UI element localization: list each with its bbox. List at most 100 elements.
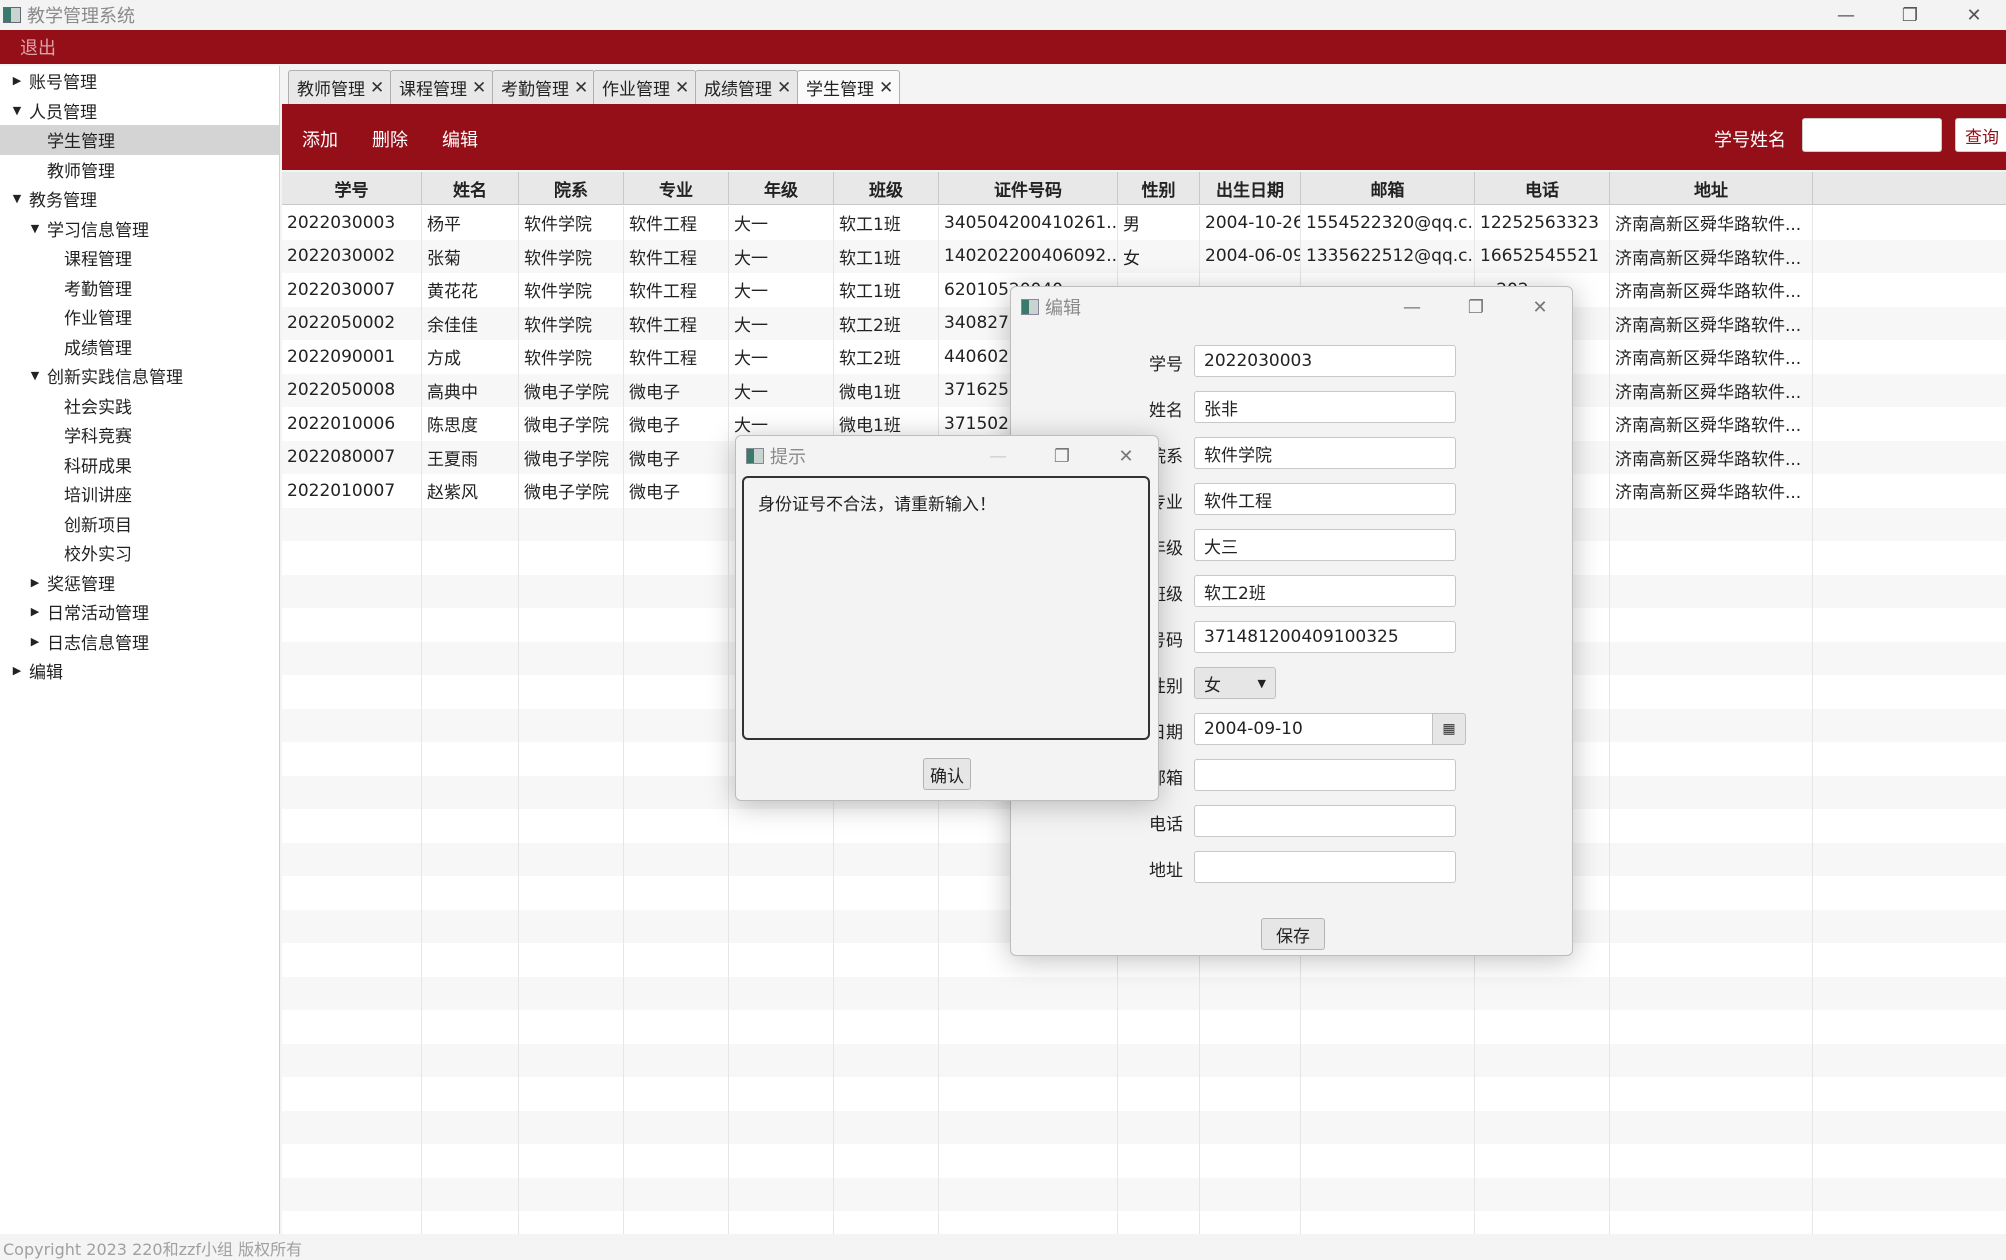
sidebar-item[interactable]: 科研成果 [0, 450, 279, 480]
sidebar-item[interactable]: ▶ 编辑 [0, 656, 279, 686]
tab[interactable]: 课程管理 ✕ [390, 70, 494, 104]
empty-row[interactable] [282, 1144, 2006, 1178]
column-header[interactable]: 出生日期 [1200, 172, 1301, 205]
tab[interactable]: 作业管理 ✕ [593, 70, 697, 104]
tab[interactable]: 学生管理 ✕ [797, 70, 901, 104]
field-input[interactable]: 软件工程 [1194, 483, 1456, 515]
column-header[interactable]: 院系 [519, 172, 624, 205]
empty-row[interactable] [282, 1077, 2006, 1111]
tab[interactable]: 考勤管理 ✕ [492, 70, 596, 104]
minimize-icon[interactable]: — [1814, 0, 1878, 30]
expanded-arrow-icon[interactable]: ▼ [28, 222, 42, 235]
collapsed-arrow-icon[interactable]: ▶ [10, 74, 24, 87]
sidebar-item[interactable]: 成绩管理 [0, 332, 279, 362]
sidebar-item[interactable]: ▶ 日志信息管理 [0, 627, 279, 657]
expanded-arrow-icon[interactable]: ▼ [10, 104, 24, 117]
birthdate-input[interactable]: 2004-09-10 [1194, 713, 1434, 745]
edit-button[interactable]: 编辑 [442, 126, 478, 152]
calendar-icon[interactable]: ▦ [1432, 713, 1466, 745]
column-header[interactable]: 班级 [834, 172, 939, 205]
sidebar-item-label: 人员管理 [29, 102, 97, 123]
field-input[interactable]: 张非 [1194, 391, 1456, 423]
tab-close-icon[interactable]: ✕ [777, 78, 791, 98]
sidebar-item[interactable]: 培训讲座 [0, 479, 279, 509]
sidebar-item[interactable]: 教师管理 [0, 155, 279, 185]
close-icon[interactable]: ✕ [1094, 436, 1158, 476]
field-input[interactable]: 371481200409100325 [1194, 621, 1456, 653]
column-header[interactable]: 证件号码 [939, 172, 1118, 205]
close-icon[interactable]: ✕ [1508, 287, 1572, 327]
edit-dialog-titlebar[interactable]: 编辑 — ❐ ✕ [1011, 287, 1572, 327]
tab-close-icon[interactable]: ✕ [472, 78, 486, 98]
empty-row[interactable] [282, 1043, 2006, 1077]
sidebar-item[interactable]: ▶ 奖惩管理 [0, 568, 279, 598]
sidebar-item[interactable]: 创新项目 [0, 509, 279, 539]
sidebar-item[interactable]: 考勤管理 [0, 273, 279, 303]
tab[interactable]: 教师管理 ✕ [288, 70, 392, 104]
sidebar-item[interactable]: ▼ 教务管理 [0, 184, 279, 214]
column-header[interactable]: 性别 [1118, 172, 1200, 205]
empty-row[interactable] [282, 1211, 2006, 1234]
minimize-icon[interactable]: — [1380, 287, 1444, 327]
sidebar-item[interactable]: 课程管理 [0, 243, 279, 273]
column-header[interactable]: 专业 [624, 172, 729, 205]
table-cell [1118, 1177, 1200, 1211]
field-input[interactable] [1194, 851, 1456, 883]
sidebar-item[interactable]: ▶ 日常活动管理 [0, 597, 279, 627]
sidebar-item[interactable]: ▼ 学习信息管理 [0, 214, 279, 244]
minimize-icon[interactable]: — [966, 436, 1030, 476]
logout-menu[interactable]: 退出 [0, 34, 56, 60]
sidebar-item[interactable]: ▼ 人员管理 [0, 96, 279, 126]
table-cell [282, 943, 422, 977]
delete-button[interactable]: 删除 [372, 126, 408, 152]
field-input[interactable]: 2022030003 [1194, 345, 1456, 377]
sidebar-item[interactable]: 作业管理 [0, 302, 279, 332]
tab-close-icon[interactable]: ✕ [675, 78, 689, 98]
column-header[interactable]: 学号 [282, 172, 422, 205]
expanded-arrow-icon[interactable]: ▼ [28, 369, 42, 382]
table-cell [1610, 641, 1813, 675]
collapsed-arrow-icon[interactable]: ▶ [28, 576, 42, 589]
collapsed-arrow-icon[interactable]: ▶ [28, 635, 42, 648]
empty-row[interactable] [282, 1177, 2006, 1211]
column-header[interactable]: 邮箱 [1301, 172, 1475, 205]
sidebar-item[interactable]: ▼ 创新实践信息管理 [0, 361, 279, 391]
field-input[interactable] [1194, 759, 1456, 791]
tab[interactable]: 成绩管理 ✕ [695, 70, 799, 104]
query-button[interactable]: 查询 [1955, 118, 2006, 152]
empty-row[interactable] [282, 1010, 2006, 1044]
tab-close-icon[interactable]: ✕ [370, 78, 384, 98]
close-icon[interactable]: ✕ [1942, 0, 2006, 30]
table-row[interactable]: 2022030002 张菊 软件学院 软件工程 大一 软工1班 14020220040609… [282, 239, 2006, 273]
field-input[interactable] [1194, 805, 1456, 837]
column-header[interactable]: 年级 [729, 172, 834, 205]
collapsed-arrow-icon[interactable]: ▶ [28, 605, 42, 618]
collapsed-arrow-icon[interactable]: ▶ [10, 664, 24, 677]
maximize-icon[interactable]: ❐ [1444, 287, 1508, 327]
gender-select[interactable]: 女 ▼ [1194, 667, 1276, 699]
tab-close-icon[interactable]: ✕ [879, 78, 893, 98]
sidebar-item[interactable]: 社会实践 [0, 391, 279, 421]
column-header[interactable]: 姓名 [422, 172, 519, 205]
maximize-icon[interactable]: ❐ [1030, 436, 1094, 476]
column-header[interactable]: 地址 [1610, 172, 1813, 205]
field-input[interactable]: 大三 [1194, 529, 1456, 561]
add-button[interactable]: 添加 [302, 126, 338, 152]
sidebar-item[interactable]: 校外实习 [0, 538, 279, 568]
column-header[interactable]: 电话 [1475, 172, 1610, 205]
table-row[interactable]: 2022030003 杨平 软件学院 软件工程 大一 软工1班 34050420041026… [282, 206, 2006, 240]
alert-dialog-titlebar[interactable]: 提示 — ❐ ✕ [736, 436, 1158, 476]
field-input[interactable]: 软件学院 [1194, 437, 1456, 469]
confirm-button[interactable]: 确认 [923, 758, 971, 790]
empty-row[interactable] [282, 1110, 2006, 1144]
maximize-icon[interactable]: ❐ [1878, 0, 1942, 30]
tab-close-icon[interactable]: ✕ [574, 78, 588, 98]
empty-row[interactable] [282, 976, 2006, 1010]
save-button[interactable]: 保存 [1261, 918, 1325, 950]
field-input[interactable]: 软工2班 [1194, 575, 1456, 607]
sidebar-item[interactable]: 学生管理 [0, 125, 279, 155]
sidebar-item[interactable]: ▶ 账号管理 [0, 66, 279, 96]
sidebar-item[interactable]: 学科竞赛 [0, 420, 279, 450]
expanded-arrow-icon[interactable]: ▼ [10, 192, 24, 205]
search-input[interactable] [1802, 118, 1942, 152]
